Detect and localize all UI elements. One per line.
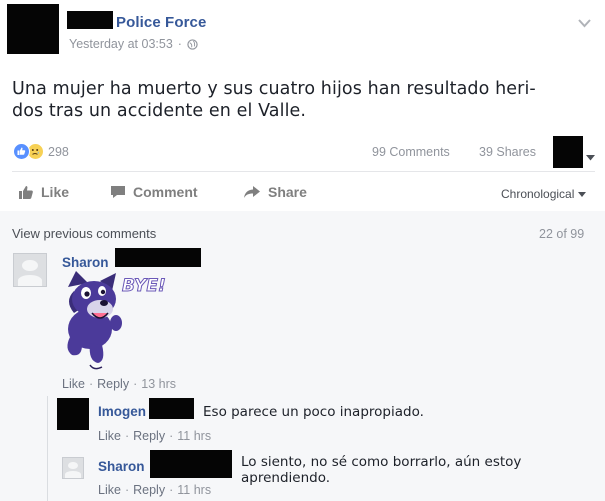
comment-button[interactable]: Comment [110, 184, 198, 200]
reply-text: Eso parece un poco inapropiado. [203, 404, 424, 420]
reply-author-name[interactable]: Sharon [98, 459, 145, 474]
post-timestamp[interactable]: Yesterday at 03:53 · [69, 37, 198, 51]
reply-actions: Like · Reply · 11 hrs [98, 429, 211, 443]
reply-timestamp[interactable]: 11 hrs [177, 429, 211, 443]
comments-count[interactable]: 99 Comments [372, 145, 450, 159]
reply-text-line-1: Lo siento, no sé como borrarlo, aún esto… [241, 454, 522, 470]
share-icon [244, 186, 260, 198]
sort-dropdown[interactable]: Chronological [501, 187, 587, 201]
reply-text: Lo siento, no sé como borrarlo, aún esto… [241, 454, 521, 486]
sticker-text: BYE! [122, 276, 166, 296]
separator-dot: · [88, 377, 94, 391]
reply-author-surname-redacted [149, 398, 194, 419]
comment-author-name[interactable]: Sharon [62, 255, 109, 270]
globe-icon [187, 38, 198, 50]
share-button-label: Share [268, 184, 307, 200]
thumbs-up-icon [19, 185, 33, 199]
comment-reply-link[interactable]: Reply [97, 377, 129, 391]
reaction-count[interactable]: 298 [48, 145, 69, 159]
post-text: Una mujer ha muerto y sus cuatro hijos h… [12, 78, 597, 122]
post-text-line-1: Una mujer ha muerto y sus cuatro hijos h… [12, 79, 536, 99]
comment-pagination-count: 22 of 99 [539, 227, 585, 241]
separator-dot: · [133, 377, 138, 391]
stats-divider [12, 171, 595, 172]
reply-reply-link[interactable]: Reply [133, 429, 165, 443]
reply-avatar-redacted[interactable] [57, 398, 89, 430]
share-avatar-redacted[interactable] [553, 136, 583, 168]
comment-author-surname-redacted [115, 248, 201, 267]
page-name-redacted [67, 11, 113, 29]
shares-count[interactable]: 39 Shares [479, 145, 536, 159]
default-avatar-icon[interactable] [62, 457, 84, 479]
share-button[interactable]: Share [243, 184, 307, 200]
timestamp-text[interactable]: Yesterday at 03:53 [69, 37, 173, 51]
comment-like-link[interactable]: Like [62, 377, 85, 391]
default-avatar-icon[interactable] [13, 253, 47, 287]
like-button-label: Like [41, 184, 70, 200]
view-previous-comments-link[interactable]: View previous comments [12, 226, 156, 241]
reply-like-link[interactable]: Like [98, 429, 121, 443]
separator-dot: · [124, 483, 130, 497]
chevron-down-icon [578, 191, 587, 197]
separator-dot: · [169, 429, 174, 443]
comment-button-label: Comment [133, 184, 198, 200]
reply-timestamp[interactable]: 11 hrs [177, 483, 211, 497]
reply-text-line-2: aprendiendo. [241, 470, 331, 486]
comment-actions: Like · Reply · 13 hrs [62, 377, 176, 391]
sort-dropdown-label: Chronological [501, 187, 575, 201]
like-button[interactable]: Like [18, 184, 69, 200]
post-text-line-2: dos tras un accidente en el Valle. [12, 101, 307, 121]
reply-reply-link[interactable]: Reply [133, 483, 165, 497]
like-reaction-icon[interactable] [13, 143, 30, 160]
dog-sticker: BYE! [67, 271, 166, 370]
post-options-chevron-icon[interactable] [578, 16, 591, 31]
reply-actions: Like · Reply · 11 hrs [98, 483, 211, 497]
page-avatar-redacted[interactable] [7, 4, 59, 54]
separator-dot: · [124, 429, 130, 443]
reply-like-link[interactable]: Like [98, 483, 121, 497]
separator-dot: · [177, 37, 182, 51]
reply-author-name[interactable]: Imogen [98, 404, 146, 419]
comment-icon [111, 186, 125, 198]
page-name[interactable]: Police Force [116, 14, 206, 31]
share-options-chevron-icon[interactable] [586, 148, 595, 166]
comment-timestamp[interactable]: 13 hrs [141, 377, 176, 391]
separator-dot: · [169, 483, 174, 497]
reply-author-surname-redacted [150, 450, 232, 478]
reply-thread-line [47, 396, 48, 501]
